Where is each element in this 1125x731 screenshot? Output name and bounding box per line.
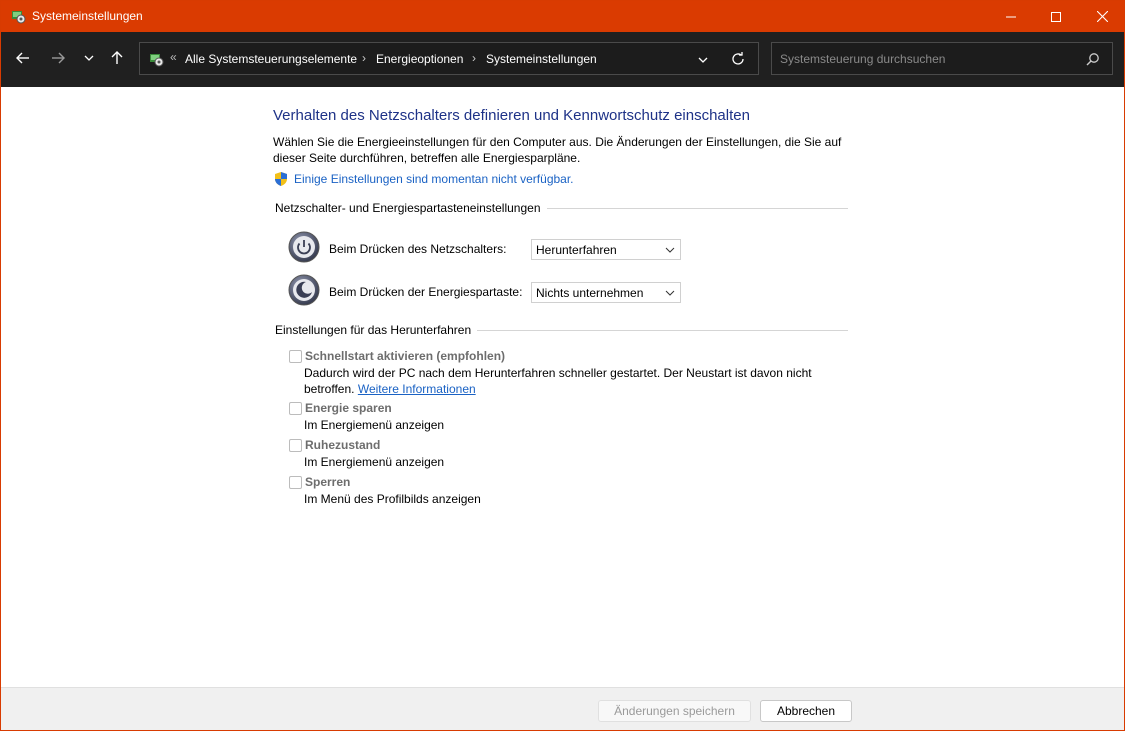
refresh-icon[interactable] (730, 51, 746, 67)
page-description: Wählen Sie die Energieeinstellungen für … (273, 135, 842, 165)
up-button[interactable] (105, 46, 129, 70)
fast-startup-description: Dadurch wird der PC nach dem Herunterfah… (304, 365, 824, 397)
forward-button[interactable] (46, 46, 70, 70)
main-content: Verhalten des Netzschalters definieren u… (1, 87, 1124, 687)
search-icon[interactable] (1086, 52, 1100, 66)
chevron-down-icon (665, 247, 675, 253)
chevron-down-icon (665, 290, 675, 296)
uac-shield-icon (275, 172, 287, 186)
breadcrumb-separator[interactable]: › (362, 51, 366, 65)
power-button-icon (288, 231, 320, 263)
arrow-up-icon (111, 51, 123, 64)
close-icon (1096, 11, 1108, 22)
close-button[interactable] (1079, 1, 1124, 32)
unavailable-settings-link-row[interactable]: Einige Einstellungen sind momentan nicht… (273, 171, 574, 187)
search-input[interactable] (780, 50, 1070, 68)
fast-startup-checkbox[interactable] (289, 350, 302, 363)
minimize-icon (1006, 16, 1016, 17)
shutdown-group-title: Einstellungen für das Herunterfahren (275, 323, 478, 337)
breadcrumb-overflow[interactable]: « (170, 50, 177, 64)
control-panel-icon (150, 54, 164, 67)
lock-option-checkbox[interactable] (289, 476, 302, 489)
breadcrumb-separator[interactable]: › (472, 51, 476, 65)
page-title: Verhalten des Netzschalters definieren u… (273, 107, 750, 124)
sleep-option-checkbox[interactable] (289, 402, 302, 415)
power-button-action-value: Herunterfahren (536, 243, 617, 257)
breadcrumb-item[interactable]: Energieoptionen (376, 52, 463, 66)
window-title: Systemeinstellungen (32, 9, 143, 23)
chevron-down-icon[interactable] (695, 52, 711, 68)
sleep-option-label: Energie sparen (305, 401, 392, 415)
hibernate-option-label: Ruhezustand (305, 438, 381, 452)
arrow-right-icon (52, 52, 65, 64)
control-panel-icon (12, 11, 26, 24)
fast-startup-label: Schnellstart aktivieren (empfohlen) (305, 349, 506, 363)
sleep-button-action-value: Nichts unternehmen (536, 286, 644, 300)
hibernate-option-checkbox[interactable] (289, 439, 302, 452)
sleep-button-icon (288, 274, 320, 306)
sleep-option-description: Im Energiemenü anzeigen (304, 418, 445, 432)
back-button[interactable] (11, 46, 35, 70)
address-bar[interactable]: « Alle Systemsteuerungselemente › Energi… (139, 42, 759, 75)
minimize-button[interactable] (988, 1, 1034, 32)
hibernate-option-description: Im Energiemenü anzeigen (304, 455, 445, 469)
more-info-link[interactable]: Weitere Informationen (358, 382, 476, 396)
breadcrumb-item[interactable]: Alle Systemsteuerungselemente (185, 52, 357, 66)
search-box (771, 42, 1113, 75)
navigation-bar: « Alle Systemsteuerungselemente › Energi… (1, 32, 1124, 87)
control-panel-window: Systemeinstellungen « Alle Systemsteueru… (0, 0, 1125, 731)
arrow-left-icon (16, 52, 29, 64)
lock-option-description: Im Menü des Profilbilds anzeigen (304, 492, 481, 506)
recent-locations-button[interactable] (77, 46, 101, 70)
unavailable-settings-link[interactable]: Einige Einstellungen sind momentan nicht… (294, 172, 574, 186)
save-changes-button[interactable]: Änderungen speichern (598, 700, 751, 722)
chevron-down-icon (84, 55, 94, 61)
lock-option-label: Sperren (305, 475, 351, 489)
sleep-button-label: Beim Drücken der Energiespartaste: (329, 285, 523, 299)
maximize-icon (1051, 11, 1061, 22)
title-bar: Systemeinstellungen (1, 1, 1124, 32)
dialog-footer: Änderungen speichern Abbrechen (1, 687, 1124, 730)
cancel-button[interactable]: Abbrechen (760, 700, 852, 722)
power-button-action-select[interactable]: Herunterfahren (531, 239, 681, 260)
sleep-button-action-select[interactable]: Nichts unternehmen (531, 282, 681, 303)
maximize-button[interactable] (1033, 1, 1079, 32)
power-button-label: Beim Drücken des Netzschalters: (329, 242, 507, 256)
power-group-title: Netzschalter- und Energiespartasteneinst… (275, 201, 547, 215)
breadcrumb-item[interactable]: Systemeinstellungen (486, 52, 597, 66)
